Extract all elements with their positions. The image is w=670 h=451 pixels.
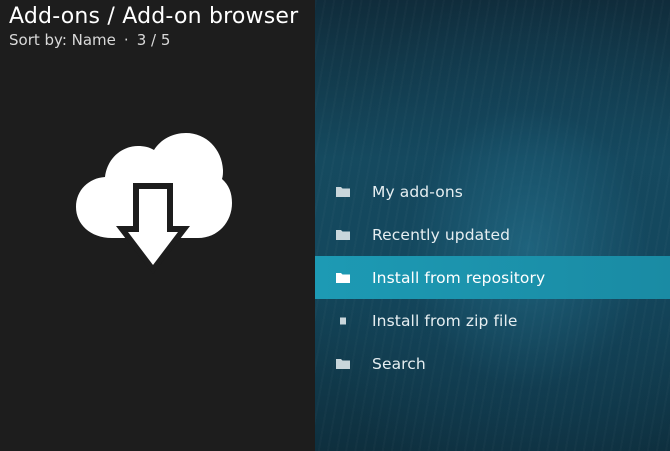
addon-browser-screen: Add-ons / Add-on browser Sort by: Name · 3… [0, 0, 670, 451]
menu-item-search[interactable]: Search [315, 342, 670, 385]
folder-icon [336, 186, 350, 197]
menu-item-my-addons[interactable]: My add-ons [315, 170, 670, 213]
left-info-panel [0, 0, 315, 451]
folder-icon [336, 358, 350, 369]
menu-item-label: Search [372, 354, 426, 373]
menu-item-install-from-repository[interactable]: Install from repository [315, 256, 670, 299]
header: Add-ons / Add-on browser Sort by: Name · 3… [9, 3, 298, 49]
file-icon [340, 317, 346, 324]
menu-item-label: Recently updated [372, 225, 511, 244]
separator: · [123, 31, 129, 49]
menu-item-install-from-zip[interactable]: Install from zip file [315, 299, 670, 342]
menu-item-recently-updated[interactable]: Recently updated [315, 213, 670, 256]
menu-item-label: My add-ons [372, 182, 463, 201]
breadcrumb: Add-ons / Add-on browser [9, 4, 299, 29]
sort-status: Sort by: Name · 3 / 5 [9, 31, 298, 49]
cloud-download-icon [76, 133, 232, 274]
folder-icon [336, 229, 350, 240]
menu-item-label: Install from repository [372, 268, 546, 287]
folder-icon [336, 272, 350, 283]
sort-label[interactable]: Sort by: Name [9, 31, 116, 49]
item-position: 3 / 5 [136, 31, 171, 49]
menu-list: My add-ons Recently updated Install from… [315, 170, 670, 385]
menu-item-label: Install from zip file [372, 311, 518, 330]
